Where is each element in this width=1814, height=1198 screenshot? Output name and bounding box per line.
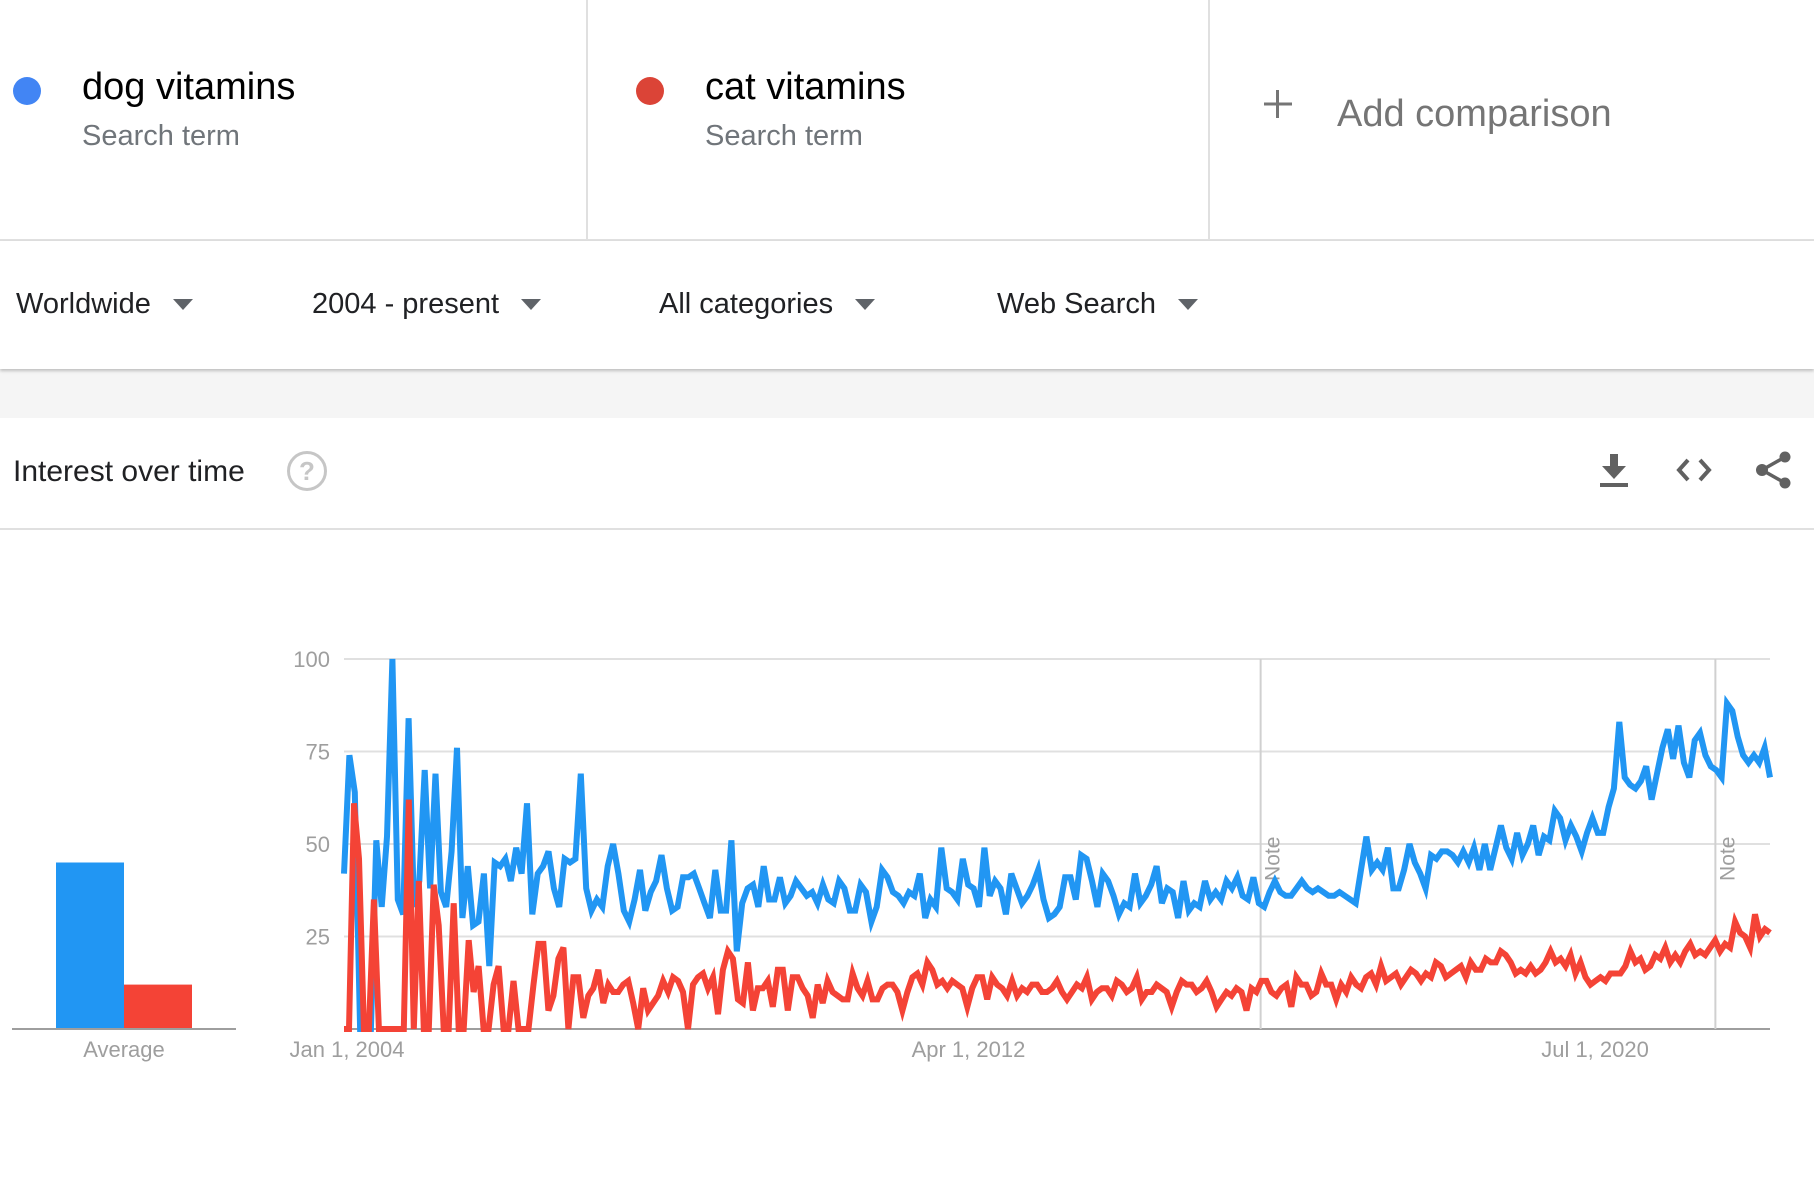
average-label: Average — [83, 1037, 165, 1062]
term-name[interactable]: dog vitamins — [82, 66, 295, 109]
filter-time-range-dropdown[interactable]: 2004 - present — [312, 288, 542, 321]
average-bar-dog-vitamins[interactable] — [56, 862, 124, 1030]
filter-label: All categories — [659, 288, 834, 320]
term-type: Search term — [82, 120, 240, 152]
term-card-dog-vitamins[interactable]: dog vitamins Search term — [0, 0, 588, 239]
note-annotation[interactable]: Note — [1262, 837, 1285, 881]
term-card-cat-vitamins[interactable]: cat vitamins Search term — [588, 0, 1210, 239]
download-icon[interactable] — [1594, 450, 1634, 490]
y-tick-label: 100 — [293, 647, 330, 672]
y-tick-label: 75 — [306, 740, 330, 765]
filter-region-dropdown[interactable]: Worldwide — [16, 288, 193, 321]
caret-down-icon — [855, 299, 876, 310]
filter-bar: Worldwide 2004 - present All categories … — [0, 241, 1814, 369]
term-type: Search term — [705, 120, 863, 152]
caret-down-icon — [521, 299, 542, 310]
x-tick-label: Apr 1, 2012 — [912, 1037, 1026, 1062]
comparison-terms-bar: dog vitamins Search term cat vitamins Se… — [0, 0, 1814, 241]
average-bar-cat-vitamins[interactable] — [124, 984, 192, 1029]
caret-down-icon — [1178, 299, 1199, 310]
help-icon[interactable]: ? — [287, 451, 327, 491]
filter-label: Worldwide — [16, 288, 151, 320]
average-bar-chart: Average — [12, 862, 236, 1062]
series-color-dot-red — [636, 77, 664, 105]
filter-category-dropdown[interactable]: All categories — [659, 288, 876, 321]
widget-title: Interest over time — [13, 455, 245, 488]
add-comparison-label: Add comparison — [1337, 93, 1612, 135]
filter-label: 2004 - present — [312, 288, 500, 320]
note-annotation[interactable]: Note — [1716, 837, 1739, 881]
widget-header: Interest over time ? — [0, 418, 1814, 530]
x-tick-label: Jul 1, 2020 — [1541, 1037, 1649, 1062]
term-name[interactable]: cat vitamins — [705, 66, 906, 109]
filter-search-type-dropdown[interactable]: Web Search — [997, 288, 1199, 321]
code-icon[interactable] — [1674, 450, 1714, 490]
x-axis-ticks: Jan 1, 2004 Apr 1, 2012 Jul 1, 2020 — [290, 1037, 1649, 1062]
y-tick-label: 50 — [306, 832, 330, 857]
x-tick-label: Jan 1, 2004 — [290, 1037, 405, 1062]
section-separator — [0, 369, 1814, 418]
y-tick-label: 25 — [306, 925, 330, 950]
interest-over-time-chart: Average 25 50 75 100 Note Note Jan 1, 2004 A… — [12, 647, 1773, 1062]
share-icon[interactable] — [1754, 450, 1794, 490]
add-comparison-button[interactable]: Add comparison — [1210, 0, 1814, 239]
series-color-dot-blue — [13, 77, 41, 105]
filter-label: Web Search — [997, 288, 1157, 320]
caret-down-icon — [172, 299, 193, 310]
plus-icon — [1264, 90, 1292, 118]
